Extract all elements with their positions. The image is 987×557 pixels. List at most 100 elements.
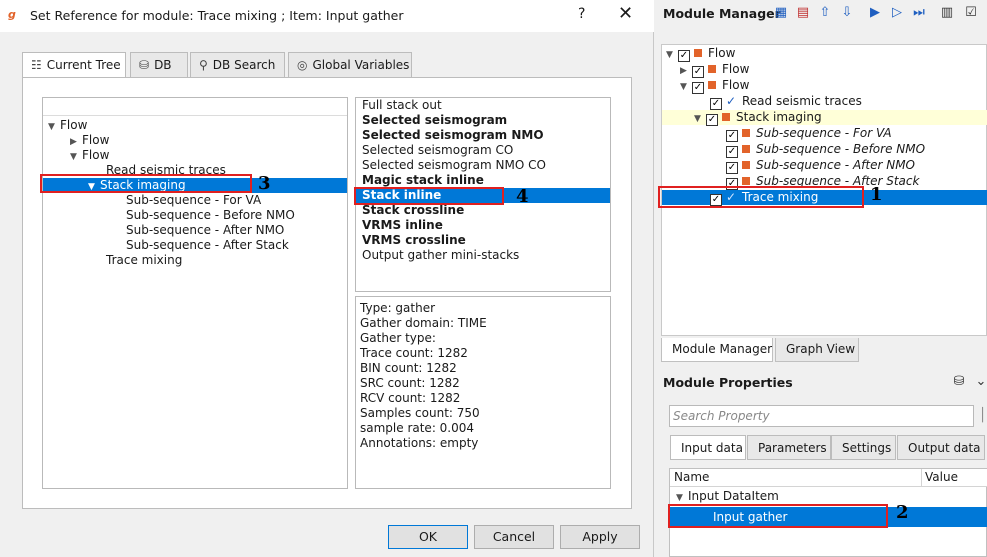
chevron-right-icon[interactable]: ▶ xyxy=(680,64,692,79)
checkbox[interactable]: ✓ xyxy=(710,98,722,110)
tab-output-data[interactable]: Output data xyxy=(897,435,985,460)
property-group-input-dataitem[interactable]: ▼ Input DataItem xyxy=(676,489,779,504)
checkbox[interactable]: ✓ xyxy=(726,146,738,158)
tab-db[interactable]: ⛁ DB xyxy=(130,52,188,78)
documents-icon[interactable]: ▥ xyxy=(938,4,956,22)
tab-current-tree[interactable]: ☷ Current Tree xyxy=(22,52,126,79)
list-item[interactable]: Selected seismogram NMO xyxy=(362,128,544,143)
mm-item-flow-1[interactable]: ▶ ✓ Flow xyxy=(680,62,749,79)
list-item[interactable]: Selected seismogram CO xyxy=(362,143,513,158)
chevron-down-icon[interactable]: ▼ xyxy=(680,80,692,95)
tab-input-data[interactable]: Input data xyxy=(670,435,746,460)
ok-button[interactable]: OK xyxy=(388,525,468,549)
module-node-icon xyxy=(742,177,750,185)
mm-item-sub-after-nmo[interactable]: ✓ Sub-sequence - After NMO xyxy=(726,158,915,174)
tab-parameters[interactable]: Parameters xyxy=(747,435,831,460)
list-item[interactable]: Output gather mini-stacks xyxy=(362,248,519,263)
run-to-icon[interactable]: ⏭ xyxy=(910,4,928,22)
annotation-number-1: 1 xyxy=(870,184,883,205)
mm-item-flow[interactable]: ▼ ✓ Flow xyxy=(666,46,735,63)
checkbox[interactable]: ✓ xyxy=(726,130,738,142)
highlight-box-2 xyxy=(668,504,888,528)
module-properties-title: Module Properties xyxy=(663,375,793,390)
tree-item-sub-for-va[interactable]: Sub-sequence - For VA xyxy=(126,193,261,208)
run-step-icon[interactable]: ▷ xyxy=(888,4,906,22)
info-line: sample rate: 0.004 xyxy=(360,421,475,435)
highlight-box-4 xyxy=(354,187,504,205)
chevron-down-icon[interactable]: ▼ xyxy=(70,150,82,165)
search-property-input[interactable]: Search Property xyxy=(669,405,974,427)
info-line: Annotations: empty xyxy=(360,436,479,450)
checkbox[interactable]: ✓ xyxy=(726,162,738,174)
list-item[interactable]: Magic stack inline xyxy=(362,173,484,188)
add-module-icon[interactable]: ▦ xyxy=(772,4,790,22)
info-line: BIN count: 1282 xyxy=(360,361,457,375)
mm-item-sub-for-va[interactable]: ✓ Sub-sequence - For VA xyxy=(726,126,892,142)
mm-item-sub-before-nmo[interactable]: ✓ Sub-sequence - Before NMO xyxy=(726,142,925,158)
module-manager-title: Module Manager xyxy=(663,6,781,21)
close-button[interactable]: ✕ xyxy=(618,3,633,24)
module-node-icon xyxy=(742,129,750,137)
mm-item-flow-2[interactable]: ▼ ✓ Flow xyxy=(680,78,749,95)
chevron-down-icon[interactable]: ▼ xyxy=(694,112,706,127)
tree-icon: ☷ xyxy=(31,58,42,72)
list-item[interactable]: Selected seismogram NMO CO xyxy=(362,158,546,173)
chevron-down-icon[interactable]: ▼ xyxy=(48,120,60,135)
database-icon: ⛁ xyxy=(139,58,150,72)
highlight-box-1 xyxy=(658,186,864,208)
tree-item-flow-1[interactable]: ▶ Flow xyxy=(70,133,109,148)
search-icon: ⚲ xyxy=(199,58,208,72)
info-line: Trace count: 1282 xyxy=(360,346,468,360)
list-item[interactable]: Full stack out xyxy=(362,98,442,113)
globe-icon: ◎ xyxy=(297,58,308,72)
annotation-number-3: 3 xyxy=(258,173,271,194)
apply-button[interactable]: Apply xyxy=(560,525,640,549)
tab-settings[interactable]: Settings xyxy=(831,435,896,460)
column-header-name[interactable]: Name xyxy=(674,470,709,485)
database-icon[interactable]: ⛁ xyxy=(950,373,968,391)
module-node-icon xyxy=(708,65,716,73)
info-line: Samples count: 750 xyxy=(360,406,480,420)
remove-module-icon[interactable]: ▤ xyxy=(794,4,812,22)
tab-db-search[interactable]: ⚲ DB Search xyxy=(190,52,285,78)
run-icon[interactable]: ▶ xyxy=(866,4,884,22)
info-line: RCV count: 1282 xyxy=(360,391,461,405)
help-button[interactable]: ? xyxy=(578,6,585,22)
tree-item-sub-after-stack[interactable]: Sub-sequence - After Stack xyxy=(126,238,289,253)
cancel-button[interactable]: Cancel xyxy=(474,525,554,549)
tree-item-trace-mixing[interactable]: Trace mixing xyxy=(106,253,182,268)
list-item[interactable]: Stack crossline xyxy=(362,203,464,218)
mm-item-stack-imaging[interactable]: ▼ ✓ Stack imaging xyxy=(662,110,987,127)
info-line: Gather type: xyxy=(360,331,436,345)
check-icon: ✓ xyxy=(726,94,737,108)
checkbox[interactable]: ✓ xyxy=(692,82,704,94)
tree-item-sub-after-nmo[interactable]: Sub-sequence - After NMO xyxy=(126,223,284,238)
info-line: Type: gather xyxy=(360,301,436,315)
move-up-icon[interactable]: ⇧ xyxy=(816,4,834,22)
list-item[interactable]: Selected seismogram xyxy=(362,113,507,128)
list-item[interactable]: VRMS inline xyxy=(362,218,443,233)
tree-item-flow-root[interactable]: ▼ Flow xyxy=(48,118,87,133)
chevron-down-icon[interactable]: ▼ xyxy=(666,48,678,63)
tree-item-flow-2[interactable]: ▼ Flow xyxy=(70,148,109,163)
module-node-icon xyxy=(742,145,750,153)
move-down-icon[interactable]: ⇩ xyxy=(838,4,856,22)
column-header-value[interactable]: Value xyxy=(925,470,958,485)
mm-item-read-seismic[interactable]: ✓ ✓ Read seismic traces xyxy=(710,94,862,110)
info-line: Gather domain: TIME xyxy=(360,316,487,330)
tree-header xyxy=(43,98,347,116)
checkbox[interactable]: ✓ xyxy=(678,50,690,62)
checkbox[interactable]: ✓ xyxy=(706,114,718,126)
list-item[interactable]: VRMS crossline xyxy=(362,233,466,248)
module-node-icon xyxy=(722,113,730,121)
tab-graph-view[interactable]: Graph View xyxy=(775,338,859,362)
tree-item-sub-before-nmo[interactable]: Sub-sequence - Before NMO xyxy=(126,208,295,223)
scroll-handle-icon[interactable]: │ xyxy=(978,407,987,425)
checkbox[interactable]: ✓ xyxy=(692,66,704,78)
module-node-icon xyxy=(708,81,716,89)
chevron-down-icon[interactable]: ⌄ xyxy=(975,373,987,391)
module-node-icon xyxy=(694,49,702,57)
tab-global-variables[interactable]: ◎ Global Variables xyxy=(288,52,412,78)
tab-module-manager[interactable]: Module Manager xyxy=(661,338,773,362)
checklist-icon[interactable]: ☑ xyxy=(962,4,980,22)
